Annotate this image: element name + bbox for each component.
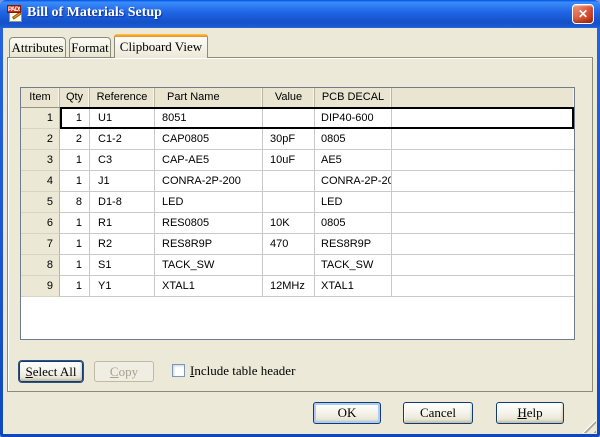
pcb-decal-cell: DIP40-600	[315, 108, 392, 129]
value-cell: 30pF	[263, 129, 315, 150]
bom-table: Item Qty Reference Part Name Value PCB D…	[20, 87, 575, 340]
value-cell: 10K	[263, 213, 315, 234]
pcb-decal-cell: TACK_SW	[315, 255, 392, 276]
copy-button[interactable]: Copy	[94, 361, 154, 382]
row-number-cell: 3	[21, 150, 60, 171]
table-row[interactable]: 1 1 U1 8051 DIP40-600	[21, 108, 574, 129]
titlebar[interactable]: PADS Bill of Materials Setup ✕	[0, 0, 600, 28]
pcb-decal-cell: CONRA-2P-200	[315, 171, 392, 192]
value-cell	[263, 255, 315, 276]
value-cell	[263, 171, 315, 192]
blank-cell	[392, 150, 574, 171]
qty-cell: 1	[60, 108, 90, 129]
blank-cell	[392, 255, 574, 276]
blank-cell	[392, 234, 574, 255]
bill-of-materials-dialog: PADS Bill of Materials Setup ✕ Attribute…	[0, 0, 600, 437]
cancel-button[interactable]: Cancel	[403, 402, 473, 424]
table-row[interactable]: 3 1 C3 CAP-AE5 10uF AE5	[21, 150, 574, 171]
row-number-cell: 6	[21, 213, 60, 234]
reference-cell: R1	[90, 213, 155, 234]
column-header-reference[interactable]: Reference	[90, 88, 155, 107]
part-name-cell: XTAL1	[155, 276, 263, 297]
blank-cell	[392, 213, 574, 234]
qty-cell: 1	[60, 171, 90, 192]
table-row[interactable]: 9 1 Y1 XTAL1 12MHz XTAL1	[21, 276, 574, 297]
row-number-cell: 9	[21, 276, 60, 297]
qty-cell: 8	[60, 192, 90, 213]
blank-cell	[392, 108, 574, 129]
reference-cell: R2	[90, 234, 155, 255]
pcb-decal-cell: LED	[315, 192, 392, 213]
pads-badge-text: PADS	[7, 5, 21, 13]
row-number-cell: 1	[21, 108, 60, 129]
include-table-header-label[interactable]: Include table header	[190, 363, 295, 379]
table-row[interactable]: 7 1 R2 RES8R9P 470 RES8R9P	[21, 234, 574, 255]
table-row[interactable]: 2 2 C1-2 CAP0805 30pF 0805	[21, 129, 574, 150]
qty-cell: 2	[60, 129, 90, 150]
tab-attributes[interactable]: Attributes	[9, 37, 66, 58]
part-name-cell: TACK_SW	[155, 255, 263, 276]
reference-cell: C1-2	[90, 129, 155, 150]
table-row[interactable]: 4 1 J1 CONRA-2P-200 CONRA-2P-200	[21, 171, 574, 192]
value-cell: 470	[263, 234, 315, 255]
reference-cell: J1	[90, 171, 155, 192]
reference-cell: Y1	[90, 276, 155, 297]
reference-cell: U1	[90, 108, 155, 129]
value-cell: 10uF	[263, 150, 315, 171]
column-header-item[interactable]: Item	[21, 88, 60, 107]
row-number-cell: 4	[21, 171, 60, 192]
row-number-cell: 5	[21, 192, 60, 213]
column-header-qty[interactable]: Qty	[60, 88, 90, 107]
column-header-value[interactable]: Value	[263, 88, 315, 107]
blank-cell	[392, 192, 574, 213]
value-cell	[263, 192, 315, 213]
row-number-cell: 8	[21, 255, 60, 276]
column-header-part-name[interactable]: Part Name	[155, 88, 263, 107]
qty-cell: 1	[60, 150, 90, 171]
window-title: Bill of Materials Setup	[27, 5, 162, 21]
pcb-decal-cell: 0805	[315, 129, 392, 150]
blank-cell	[392, 276, 574, 297]
close-icon[interactable]: ✕	[572, 4, 594, 24]
part-name-cell: CONRA-2P-200	[155, 171, 263, 192]
qty-cell: 1	[60, 234, 90, 255]
value-cell	[263, 108, 315, 129]
qty-cell: 1	[60, 276, 90, 297]
part-name-cell: CAP0805	[155, 129, 263, 150]
part-name-cell: LED	[155, 192, 263, 213]
row-number-cell: 2	[21, 129, 60, 150]
tab-clipboard-view[interactable]: Clipboard View	[114, 34, 208, 58]
qty-cell: 1	[60, 255, 90, 276]
table-body: 1 1 U1 8051 DIP40-600 2 2 C1-2 CAP0805 3…	[21, 108, 574, 297]
qty-cell: 1	[60, 213, 90, 234]
pcb-decal-cell: XTAL1	[315, 276, 392, 297]
reference-cell: S1	[90, 255, 155, 276]
part-name-cell: RES0805	[155, 213, 263, 234]
table-row[interactable]: 5 8 D1-8 LED LED	[21, 192, 574, 213]
row-number-cell: 7	[21, 234, 60, 255]
include-table-header-checkbox[interactable]	[172, 364, 185, 377]
pcb-decal-cell: 0805	[315, 213, 392, 234]
ok-button[interactable]: OK	[313, 402, 381, 424]
blank-cell	[392, 129, 574, 150]
select-all-button[interactable]: Select All	[19, 361, 83, 382]
column-header-pcb-decal[interactable]: PCB DECAL	[315, 88, 392, 107]
reference-cell: D1-8	[90, 192, 155, 213]
help-button[interactable]: Help	[496, 402, 564, 424]
table-row[interactable]: 6 1 R1 RES0805 10K 0805	[21, 213, 574, 234]
value-cell: 12MHz	[263, 276, 315, 297]
reference-cell: C3	[90, 150, 155, 171]
part-name-cell: CAP-AE5	[155, 150, 263, 171]
part-name-cell: RES8R9P	[155, 234, 263, 255]
blank-cell	[392, 171, 574, 192]
table-header-row: Item Qty Reference Part Name Value PCB D…	[21, 88, 574, 108]
pads-logo-icon: PADS	[7, 5, 24, 22]
table-row[interactable]: 8 1 S1 TACK_SW TACK_SW	[21, 255, 574, 276]
pcb-decal-cell: AE5	[315, 150, 392, 171]
column-header-blank	[392, 88, 574, 107]
pcb-decal-cell: RES8R9P	[315, 234, 392, 255]
part-name-cell: 8051	[155, 108, 263, 129]
tab-format[interactable]: Format	[69, 37, 111, 58]
